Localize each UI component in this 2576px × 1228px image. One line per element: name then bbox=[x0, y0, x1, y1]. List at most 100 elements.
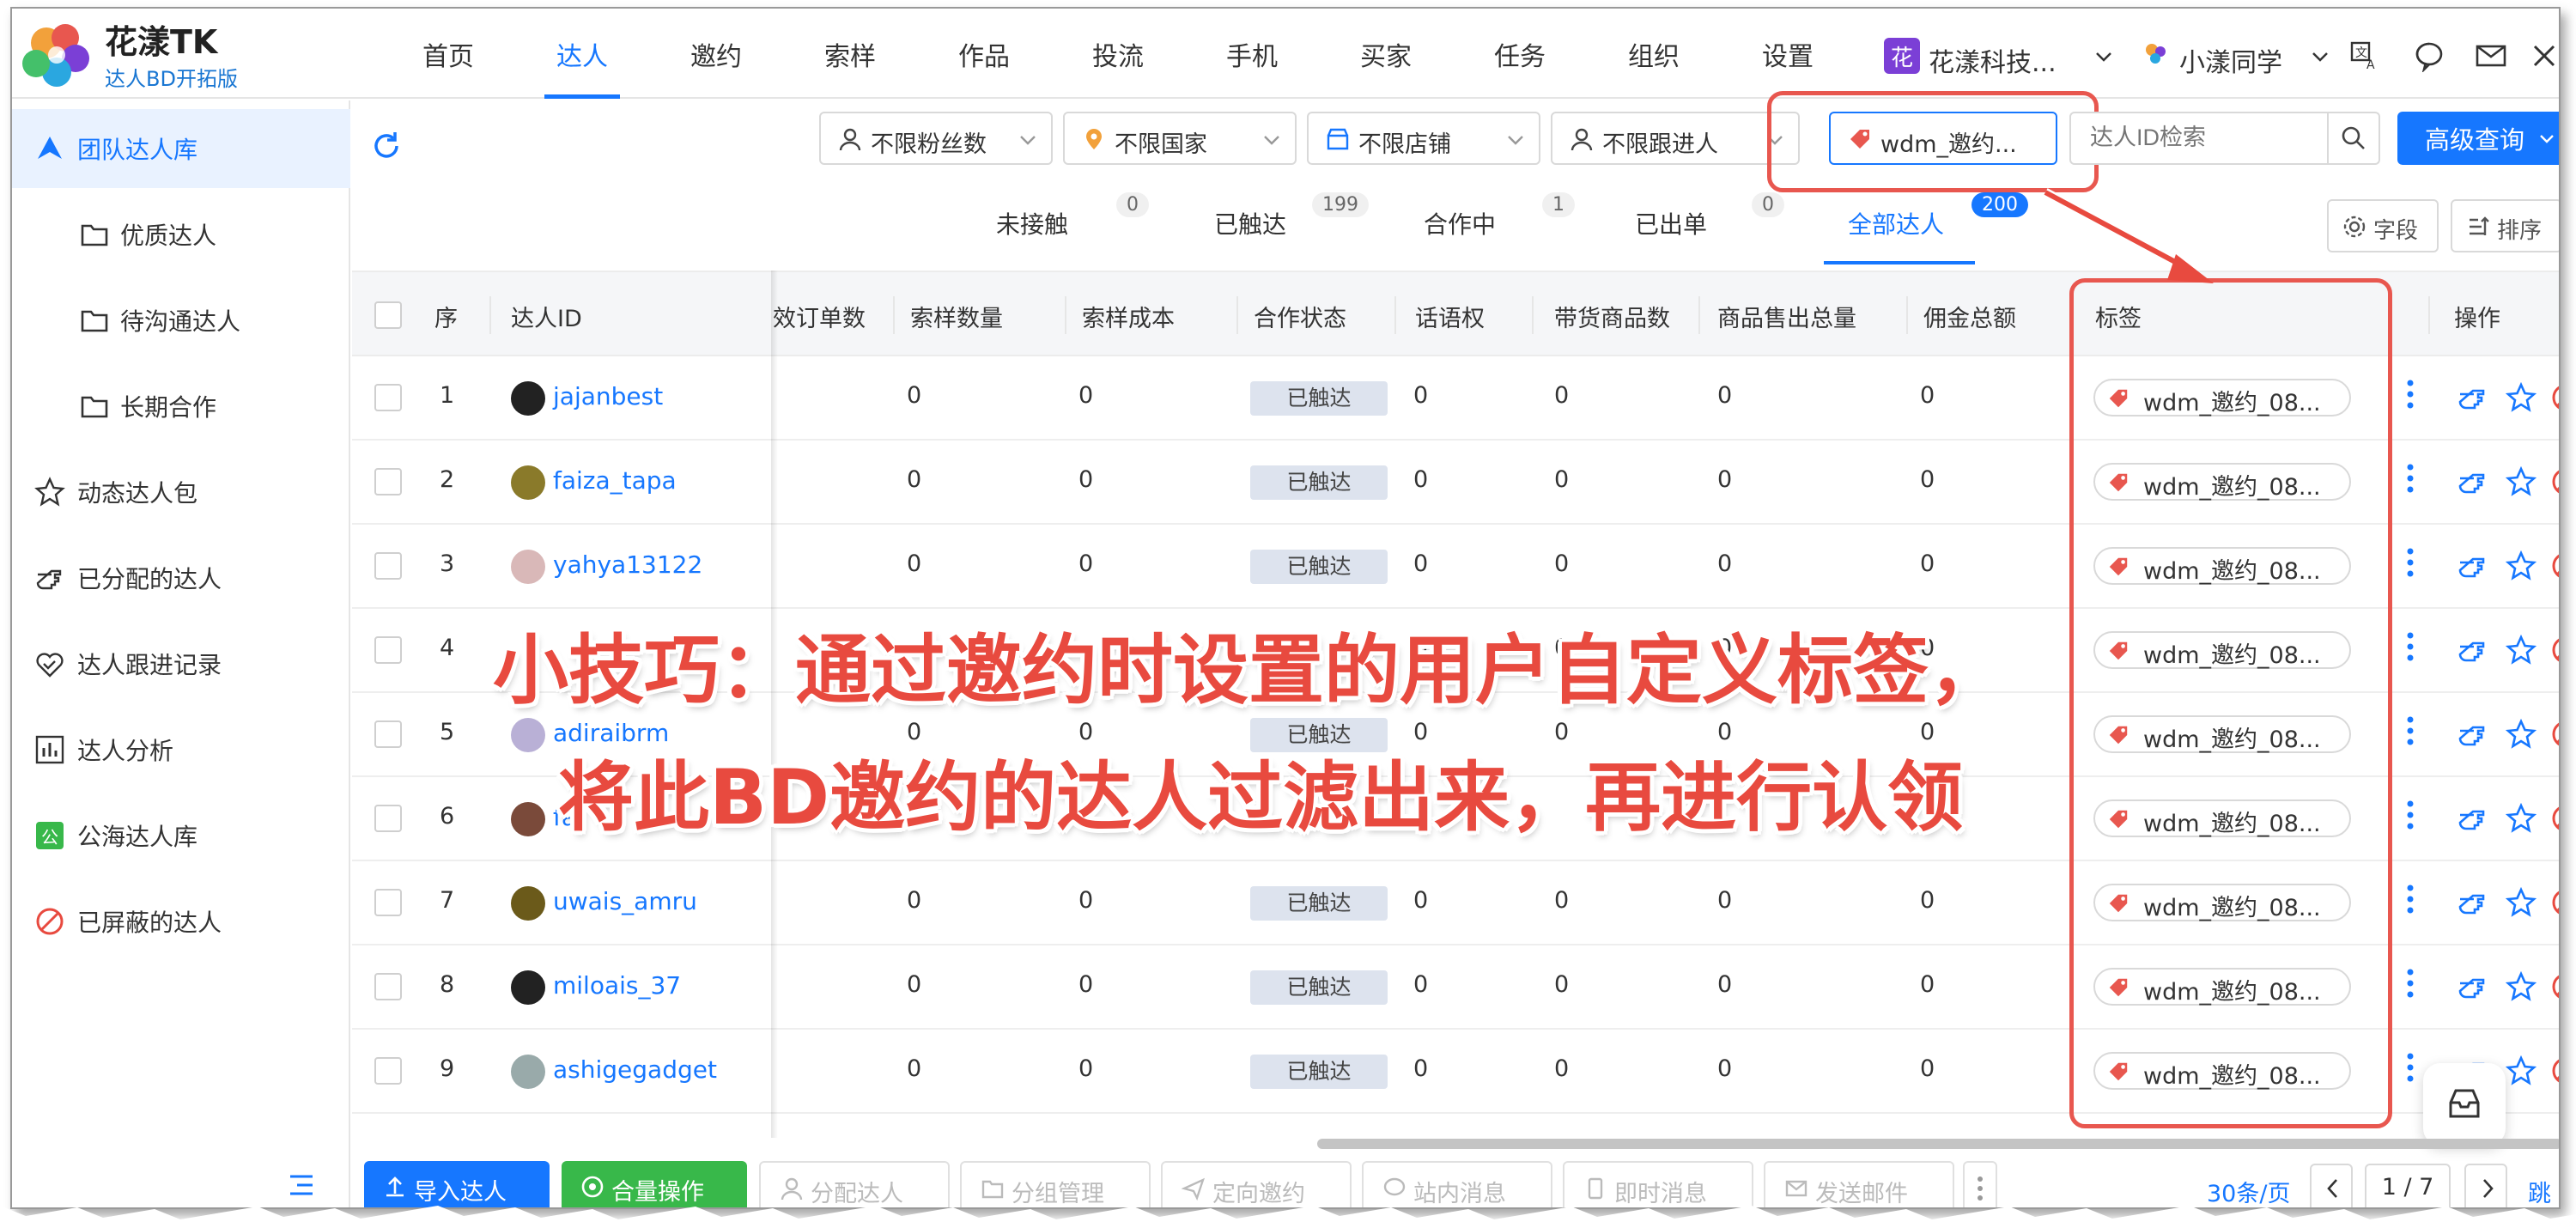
sidebar-item-long-term[interactable]: 长期合作 bbox=[12, 367, 350, 446]
more-vertical-icon[interactable] bbox=[2404, 1052, 2416, 1083]
claim-hand-icon[interactable] bbox=[2458, 466, 2488, 497]
nav-home[interactable]: 首页 bbox=[381, 9, 515, 99]
influencer-id-link[interactable]: jajanbest bbox=[553, 382, 663, 410]
more-vertical-icon[interactable] bbox=[2404, 884, 2416, 915]
translate-icon[interactable]: 文A bbox=[2349, 40, 2382, 72]
nav-works[interactable]: 作品 bbox=[917, 9, 1051, 99]
block-icon[interactable] bbox=[2550, 635, 2561, 666]
user-menu[interactable]: 小漾同学 bbox=[2179, 41, 2282, 79]
claim-hand-icon[interactable] bbox=[2458, 635, 2488, 666]
followers-filter[interactable]: 不限粉丝数 bbox=[819, 112, 1053, 165]
claim-hand-icon[interactable] bbox=[2458, 382, 2488, 413]
row-checkbox[interactable] bbox=[374, 1057, 402, 1085]
star-icon[interactable] bbox=[2506, 635, 2537, 666]
claim-hand-icon[interactable] bbox=[2458, 719, 2488, 750]
nav-settings[interactable]: 设置 bbox=[1721, 9, 1855, 99]
row-checkbox[interactable] bbox=[374, 384, 402, 411]
sidebar-item-quality[interactable]: 优质达人 bbox=[12, 195, 350, 274]
nav-tasks[interactable]: 任务 bbox=[1453, 9, 1587, 99]
close-icon[interactable] bbox=[2528, 40, 2561, 72]
sidebar-item-analysis[interactable]: 达人分析 bbox=[12, 710, 350, 789]
star-icon[interactable] bbox=[2506, 466, 2537, 497]
chat-icon[interactable] bbox=[2413, 40, 2445, 72]
more-vertical-icon[interactable] bbox=[2404, 631, 2416, 662]
star-icon[interactable] bbox=[2506, 382, 2537, 413]
influencer-id-link[interactable]: uwais_amru bbox=[553, 887, 697, 915]
block-icon[interactable] bbox=[2550, 971, 2561, 1002]
search-field[interactable] bbox=[2069, 112, 2329, 165]
tab-ordered[interactable]: 已出单 bbox=[1635, 206, 1707, 240]
sidebar-item-blocked[interactable]: 已屏蔽的达人 bbox=[12, 882, 350, 961]
sidebar-item-public-pool[interactable]: 公 公海达人库 bbox=[12, 796, 350, 875]
nav-organization[interactable]: 组织 bbox=[1587, 9, 1721, 99]
select-all-checkbox[interactable] bbox=[374, 301, 402, 329]
block-icon[interactable] bbox=[2550, 1055, 2561, 1086]
block-icon[interactable] bbox=[2550, 466, 2561, 497]
shop-filter[interactable]: 不限店铺 bbox=[1307, 112, 1540, 165]
fields-button[interactable]: 字段 bbox=[2327, 199, 2439, 252]
star-icon[interactable] bbox=[2506, 971, 2537, 1002]
user-avatar-icon[interactable] bbox=[2142, 40, 2171, 69]
sidebar-item-team-library[interactable]: 团队达人库 bbox=[12, 109, 350, 188]
org-badge[interactable]: 花 bbox=[1884, 38, 1920, 74]
search-input[interactable] bbox=[2090, 113, 2313, 161]
influencer-id-link[interactable]: miloais_37 bbox=[553, 971, 681, 1000]
more-vertical-icon[interactable] bbox=[2404, 715, 2416, 746]
nav-samples[interactable]: 索样 bbox=[783, 9, 917, 99]
follower-person-filter[interactable]: 不限跟进人 bbox=[1551, 112, 1800, 165]
nav-invitations[interactable]: 邀约 bbox=[649, 9, 783, 99]
more-vertical-icon[interactable] bbox=[2404, 463, 2416, 494]
row-checkbox[interactable] bbox=[374, 805, 402, 832]
collapse-menu-icon[interactable] bbox=[287, 1172, 316, 1198]
nav-ads[interactable]: 投流 bbox=[1051, 9, 1185, 99]
nav-buyers[interactable]: 买家 bbox=[1319, 9, 1453, 99]
star-icon[interactable] bbox=[2506, 803, 2537, 834]
more-vertical-icon[interactable] bbox=[2404, 799, 2416, 830]
sidebar-item-followup[interactable]: 达人跟进记录 bbox=[12, 624, 350, 703]
block-icon[interactable] bbox=[2550, 550, 2561, 581]
star-icon[interactable] bbox=[2506, 1055, 2537, 1086]
nav-phones[interactable]: 手机 bbox=[1185, 9, 1319, 99]
more-vertical-icon[interactable] bbox=[2404, 547, 2416, 578]
horizontal-scrollbar[interactable] bbox=[1317, 1139, 2559, 1149]
influencer-id-link[interactable]: faiza_tapa bbox=[553, 466, 677, 495]
country-filter[interactable]: 不限国家 bbox=[1063, 112, 1297, 165]
row-checkbox[interactable] bbox=[374, 973, 402, 1000]
org-switcher[interactable]: 花漾科技... bbox=[1929, 41, 2057, 79]
advanced-search-button[interactable]: 高级查询 bbox=[2397, 112, 2559, 165]
sidebar-item-pending[interactable]: 待沟通达人 bbox=[12, 281, 350, 360]
sort-button[interactable]: 排序 bbox=[2451, 199, 2559, 252]
influencer-id-link[interactable]: yahya13122 bbox=[553, 550, 702, 579]
star-icon[interactable] bbox=[2506, 719, 2537, 750]
claim-hand-icon[interactable] bbox=[2458, 887, 2488, 918]
star-icon[interactable] bbox=[2506, 887, 2537, 918]
more-vertical-icon[interactable] bbox=[2404, 379, 2416, 410]
more-vertical-icon[interactable] bbox=[2404, 968, 2416, 999]
tab-not-contacted[interactable]: 未接触 bbox=[996, 206, 1068, 240]
floating-inbox-button[interactable] bbox=[2423, 1063, 2506, 1146]
claim-hand-icon[interactable] bbox=[2458, 971, 2488, 1002]
chevron-down-icon[interactable] bbox=[2093, 46, 2114, 67]
tab-reached[interactable]: 已触达 bbox=[1214, 206, 1286, 240]
block-icon[interactable] bbox=[2550, 887, 2561, 918]
row-checkbox[interactable] bbox=[374, 720, 402, 748]
claim-hand-icon[interactable] bbox=[2458, 550, 2488, 581]
star-icon[interactable] bbox=[2506, 550, 2537, 581]
block-icon[interactable] bbox=[2550, 803, 2561, 834]
nav-influencers[interactable]: 达人 bbox=[515, 9, 649, 99]
block-icon[interactable] bbox=[2550, 719, 2561, 750]
tab-all-influencers[interactable]: 全部达人 bbox=[1848, 206, 1944, 240]
row-checkbox[interactable] bbox=[374, 636, 402, 664]
chevron-down-icon[interactable] bbox=[2310, 46, 2330, 67]
row-checkbox[interactable] bbox=[374, 552, 402, 580]
search-button[interactable] bbox=[2329, 112, 2380, 165]
row-checkbox[interactable] bbox=[374, 889, 402, 916]
sidebar-item-assigned[interactable]: 已分配的达人 bbox=[12, 538, 350, 617]
tab-cooperating[interactable]: 合作中 bbox=[1424, 206, 1496, 240]
refresh-icon[interactable] bbox=[369, 129, 404, 163]
sidebar-item-dynamic-pack[interactable]: 动态达人包 bbox=[12, 453, 350, 532]
mail-icon[interactable] bbox=[2475, 40, 2507, 72]
influencer-id-link[interactable]: ashigegadget bbox=[553, 1055, 717, 1084]
block-icon[interactable] bbox=[2550, 382, 2561, 413]
row-checkbox[interactable] bbox=[374, 468, 402, 495]
